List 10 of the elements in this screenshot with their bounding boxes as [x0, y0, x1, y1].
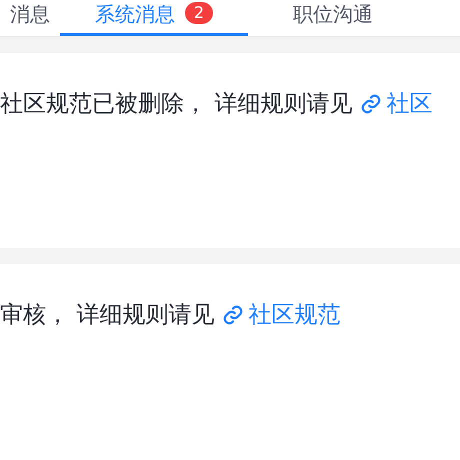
link-icon	[222, 304, 244, 326]
tab[interactable]: 系统消息 2	[60, 0, 248, 36]
tab[interactable]: 职位沟通	[248, 0, 418, 36]
message-text: 审核， 详细规则请见	[0, 301, 214, 330]
count-badge: 2	[184, 2, 214, 24]
rules-link[interactable]: 社区	[360, 88, 432, 118]
rules-link[interactable]: 社区规范	[222, 300, 340, 330]
link-icon	[360, 92, 382, 114]
tab[interactable]: 消息	[0, 0, 60, 36]
message-text: 社区规范已被删除， 详细规则请见	[0, 90, 352, 118]
